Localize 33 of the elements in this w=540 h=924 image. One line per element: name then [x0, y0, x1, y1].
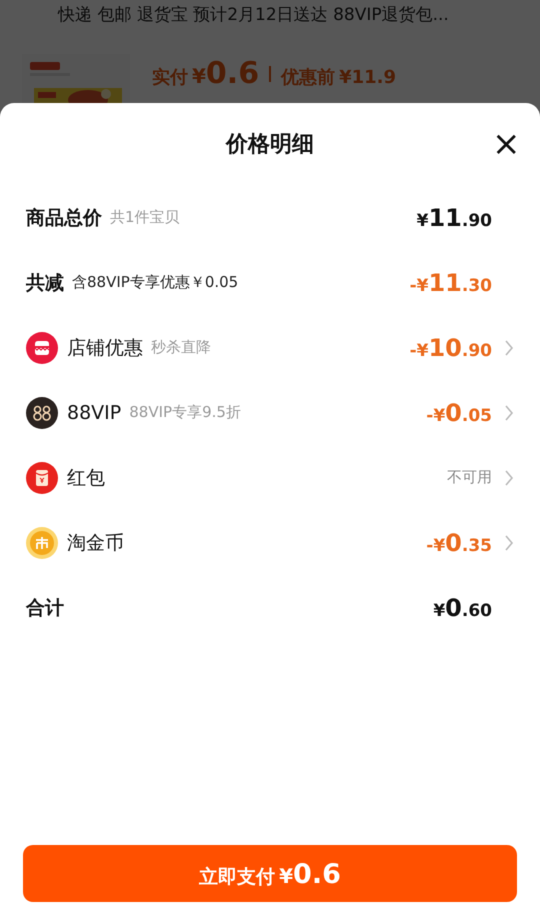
paid-amount: ¥0.6 — [192, 56, 260, 91]
benefit-label: 店铺优惠 — [67, 336, 143, 360]
row-note: 秒杀直降 — [151, 338, 211, 357]
summary-label: 合计 — [26, 596, 64, 620]
original-price: ¥11.9 — [339, 67, 396, 88]
chevron-right-icon[interactable] — [504, 470, 514, 486]
price-amount: -¥0.05 — [426, 398, 492, 426]
close-button[interactable]: × — [492, 129, 518, 159]
row-note: 含88VIP专享优惠￥0.05 — [72, 273, 238, 292]
summary-label: 商品总价 — [26, 206, 102, 230]
coin-icon — [26, 526, 58, 558]
price-amount: ¥11.90 — [416, 204, 492, 232]
price-amount: -¥11.30 — [410, 268, 492, 296]
price-amount: -¥10.90 — [410, 334, 492, 362]
row-note: 共1件宝贝 — [110, 208, 180, 227]
chevron-right-icon[interactable] — [504, 534, 514, 550]
row-note: 88VIP专享9.5折 — [129, 403, 241, 422]
status-text: 不可用 — [447, 468, 492, 487]
benefit-label: 红包 — [67, 466, 105, 490]
envelope-icon — [26, 462, 58, 494]
vip-badge-icon — [26, 396, 58, 428]
chevron-right-icon[interactable] — [504, 340, 514, 356]
shop-icon — [26, 332, 58, 364]
price-amount: ¥0.60 — [433, 594, 492, 622]
delivery-info: 快递 包邮 退货宝 预计2月12日送达 88VIP退货包... — [56, 4, 450, 27]
paid-label: 实付 — [152, 66, 188, 89]
chevron-right-icon[interactable] — [504, 404, 514, 420]
benefit-label: 淘金币 — [67, 530, 124, 556]
original-label: 优惠前 — [281, 66, 336, 89]
summary-label: 共减 — [26, 270, 64, 296]
benefit-label: 88VIP — [67, 402, 122, 424]
sheet-title: 价格明细 — [226, 131, 314, 159]
price-amount: -¥0.35 — [426, 528, 492, 556]
